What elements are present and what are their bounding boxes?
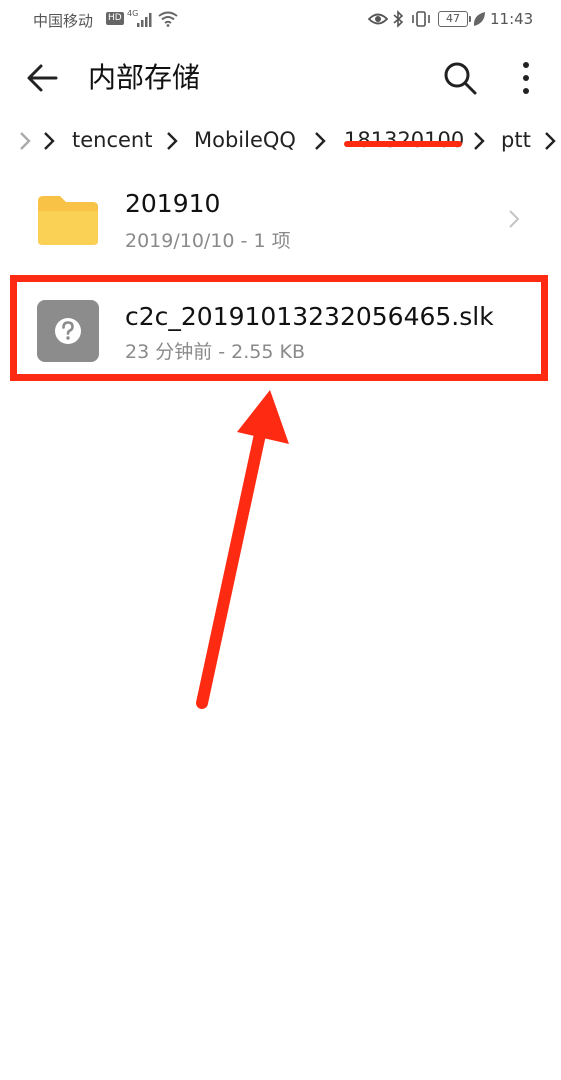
page-title: 内部存储 <box>88 61 201 94</box>
vibrate-icon <box>412 11 430 27</box>
chevron-right-icon <box>315 132 326 150</box>
status-time: 11:43 <box>490 10 534 28</box>
chevron-right-icon <box>474 132 485 150</box>
chevron-right-icon <box>44 132 55 150</box>
chevron-right-icon <box>509 210 520 228</box>
status-bar: 中国移动 HD 4G 47 11:43 <box>0 0 561 40</box>
leaf-icon <box>473 12 485 26</box>
back-arrow-icon[interactable] <box>22 58 62 98</box>
wifi-icon <box>158 11 178 27</box>
signal-icon <box>137 13 152 27</box>
battery-icon: 47 <box>438 11 471 27</box>
breadcrumb: tencent MobileQQ 181320100 ptt <box>0 118 561 162</box>
hd-badge: HD <box>106 12 124 25</box>
carrier-name: 中国移动 <box>33 12 94 30</box>
folder-name: 201910 <box>125 189 221 218</box>
bluetooth-icon <box>393 10 404 28</box>
annotation-arrow <box>196 390 289 709</box>
breadcrumb-item-account[interactable]: 181320100 <box>344 118 464 162</box>
chevron-right-icon <box>545 132 556 150</box>
chevron-right-icon <box>167 132 178 150</box>
annotation-highlight-box <box>10 275 548 381</box>
more-vertical-icon[interactable] <box>508 58 544 98</box>
battery-level: 47 <box>446 12 460 25</box>
eye-icon <box>368 13 388 25</box>
breadcrumb-item-mobileqq[interactable]: MobileQQ <box>194 118 296 162</box>
folder-meta: 2019/10/10 - 1 项 <box>125 230 291 252</box>
search-icon[interactable] <box>440 58 480 98</box>
chevron-right-icon <box>20 132 31 150</box>
breadcrumb-item-ptt[interactable]: ptt <box>501 118 531 162</box>
list-item-folder[interactable]: 201910 2019/10/10 - 1 项 <box>0 172 561 262</box>
breadcrumb-item-tencent[interactable]: tencent <box>72 118 152 162</box>
redaction-strike <box>344 141 462 147</box>
folder-icon <box>38 196 98 245</box>
